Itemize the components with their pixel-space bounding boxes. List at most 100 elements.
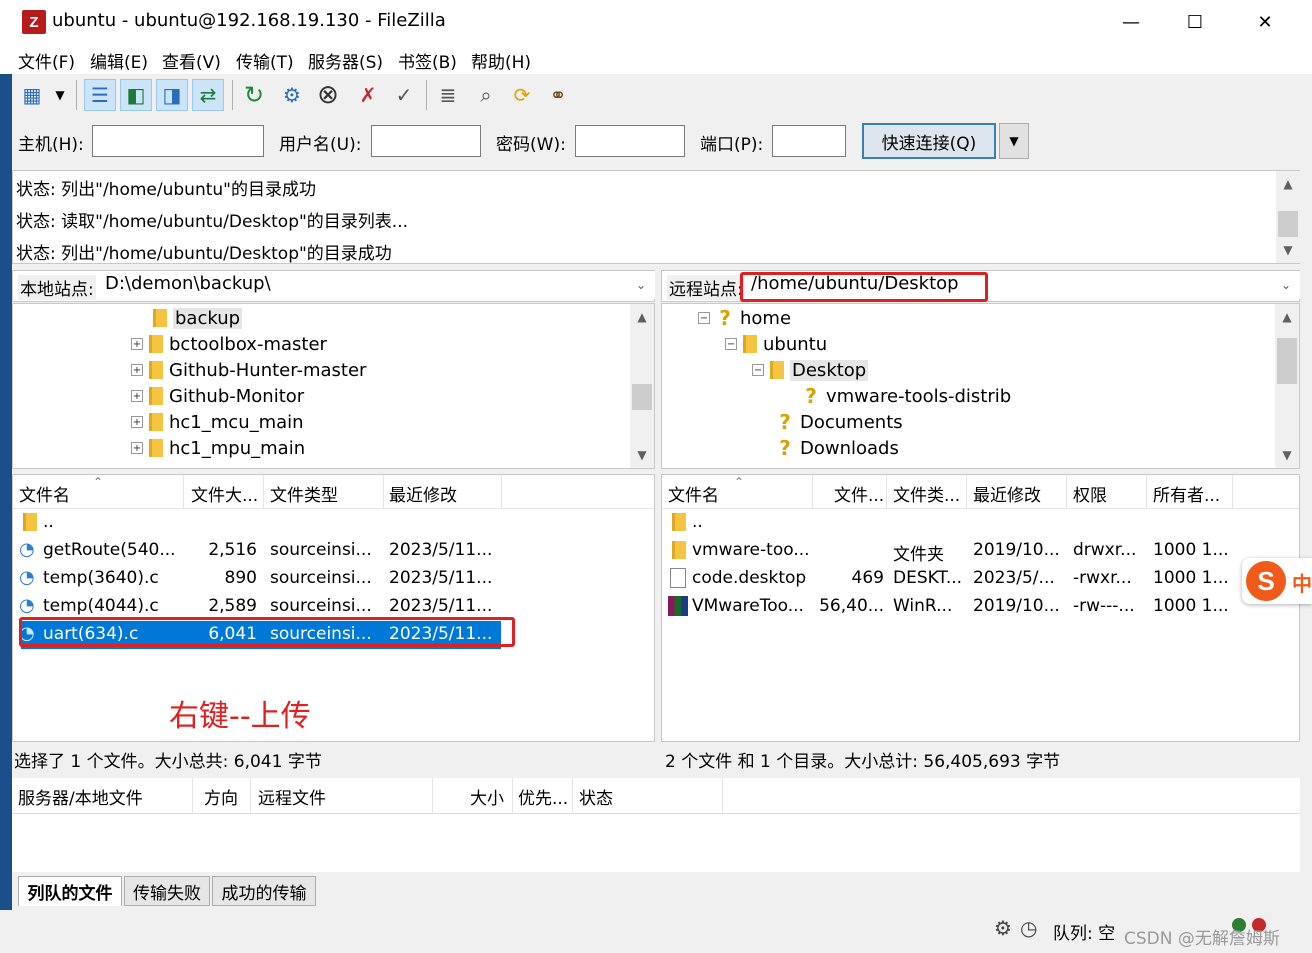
message-log: 状态: 列出"/home/ubuntu"的目录成功 状态: 读取"/home/u… — [12, 170, 1300, 264]
maximize-button[interactable]: ☐ — [1160, 0, 1230, 44]
table-row[interactable]: .. — [662, 509, 1299, 537]
menu-help[interactable]: 帮助(H) — [471, 48, 531, 73]
toggle-message-log-icon[interactable]: ☰ — [84, 79, 116, 111]
scroll-up-icon[interactable]: ▲ — [631, 306, 653, 328]
collapse-icon[interactable]: − — [752, 364, 764, 376]
quickconnect-button[interactable]: 快速连接(Q) — [862, 123, 996, 159]
table-row[interactable]: ◔ temp(3640).c 890 sourceinsi... 2023/5/… — [13, 565, 654, 593]
site-manager-dropdown-icon[interactable]: ▼ — [50, 79, 70, 111]
column-owner[interactable]: 所有者... — [1153, 481, 1220, 506]
scroll-down-icon[interactable]: ▼ — [631, 444, 653, 466]
password-input[interactable] — [575, 125, 685, 157]
search-remote-files-icon[interactable]: ⚭ — [542, 79, 574, 111]
tab-successful-transfers[interactable]: 成功的传输 — [212, 876, 316, 906]
refresh-icon[interactable]: ↻ — [238, 79, 270, 111]
menu-transfer[interactable]: 传输(T) — [236, 48, 294, 73]
tree-item[interactable]: + Github-Hunter-master — [131, 357, 366, 383]
tree-item[interactable]: backup — [153, 305, 243, 331]
column-status[interactable]: 状态 — [579, 784, 613, 809]
menu-edit[interactable]: 编辑(E) — [90, 48, 148, 73]
minimize-button[interactable]: — — [1096, 0, 1166, 44]
gear-icon[interactable]: ⚙ — [994, 916, 1012, 940]
column-permissions[interactable]: 权限 — [1073, 481, 1107, 506]
scroll-up-icon[interactable]: ▲ — [1277, 173, 1299, 195]
column-modified[interactable]: 最近修改 — [389, 481, 457, 506]
disconnect-icon[interactable]: ✗ — [352, 79, 384, 111]
toggle-remote-tree-icon[interactable]: ◨ — [156, 79, 188, 111]
local-path-dropdown-icon[interactable]: ⌄ — [636, 278, 646, 292]
local-tree-scrollbar[interactable]: ▲ ▼ — [630, 304, 654, 468]
column-filetype[interactable]: 文件类型 — [270, 481, 338, 506]
toolbar-separator — [76, 80, 77, 110]
close-button[interactable]: ✕ — [1230, 0, 1300, 44]
scroll-up-icon[interactable]: ▲ — [1276, 306, 1298, 328]
directory-comparison-icon[interactable]: ⌕ — [470, 79, 502, 111]
tree-item[interactable]: − ubuntu — [725, 331, 827, 357]
site-manager-icon[interactable]: ▦ — [16, 79, 48, 111]
reconnect-icon[interactable]: ✓ — [388, 79, 420, 111]
tree-item[interactable]: ? vmware-tools-distrib — [802, 383, 1011, 409]
tab-failed-transfers[interactable]: 传输失败 — [124, 876, 210, 906]
quickconnect-dropdown-icon[interactable]: ▼ — [999, 123, 1029, 159]
log-line: 状态: 列出"/home/ubuntu/Desktop"的目录成功 — [16, 244, 392, 264]
menu-bookmarks[interactable]: 书签(B) — [398, 48, 457, 73]
tree-item[interactable]: − Desktop — [752, 357, 869, 383]
tab-queued-files[interactable]: 列队的文件 — [18, 876, 122, 906]
menu-view[interactable]: 查看(V) — [162, 48, 221, 73]
column-filename[interactable]: 文件名 — [19, 481, 70, 506]
collapse-icon[interactable]: − — [725, 338, 737, 350]
speed-limit-icon[interactable]: ◷ — [1020, 916, 1037, 940]
expand-icon[interactable]: + — [131, 390, 143, 402]
scroll-thumb[interactable] — [1278, 211, 1298, 237]
menu-file[interactable]: 文件(F) — [18, 48, 75, 73]
scroll-down-icon[interactable]: ▼ — [1276, 444, 1298, 466]
expand-icon[interactable]: + — [131, 364, 143, 376]
expand-icon[interactable]: + — [131, 338, 143, 350]
table-row[interactable]: code.desktop 469 DESKT... 2023/5/... -rw… — [662, 565, 1299, 593]
tree-item[interactable]: + hc1_mcu_main — [131, 409, 304, 435]
column-filetype[interactable]: 文件类... — [893, 481, 960, 506]
menu-server[interactable]: 服务器(S) — [308, 48, 383, 73]
menu-bar: 文件(F) 编辑(E) 查看(V) 传输(T) 服务器(S) 书签(B) 帮助(… — [0, 44, 1312, 74]
tree-item[interactable]: + hc1_mpu_main — [131, 435, 305, 461]
tree-item[interactable]: + Github-Monitor — [131, 383, 304, 409]
column-server-local-file[interactable]: 服务器/本地文件 — [18, 784, 143, 809]
column-size[interactable]: 大小 — [470, 784, 504, 809]
tree-item[interactable]: + bctoolbox-master — [131, 331, 327, 357]
collapse-icon[interactable]: − — [698, 312, 710, 324]
host-input[interactable] — [92, 125, 264, 157]
remote-tree-scrollbar[interactable]: ▲ ▼ — [1275, 304, 1299, 468]
toggle-transfer-queue-icon[interactable]: ⇄ — [192, 79, 224, 111]
column-direction[interactable]: 方向 — [204, 784, 238, 809]
table-row[interactable]: ◔ getRoute(540... 2,516 sourceinsi... 20… — [13, 537, 654, 565]
column-modified[interactable]: 最近修改 — [973, 481, 1041, 506]
expand-icon[interactable]: + — [131, 442, 143, 454]
username-input[interactable] — [371, 125, 481, 157]
scroll-thumb[interactable] — [1277, 338, 1297, 384]
ime-toolbar[interactable]: S 中 — [1242, 558, 1312, 604]
process-queue-icon[interactable]: ⚙ — [276, 79, 308, 111]
directory-filter-icon[interactable]: ≣ — [432, 79, 464, 111]
column-remote-file[interactable]: 远程文件 — [258, 784, 326, 809]
cancel-operation-icon[interactable]: ⊗ — [312, 79, 344, 111]
table-row[interactable]: VMwareToo... 56,40... WinR... 2019/10...… — [662, 593, 1299, 621]
tree-item[interactable]: ? Downloads — [776, 435, 899, 461]
synchronized-browsing-icon[interactable]: ⟳ — [506, 79, 538, 111]
scroll-down-icon[interactable]: ▼ — [1277, 239, 1299, 261]
tree-item[interactable]: ? Documents — [776, 409, 902, 435]
expand-icon[interactable]: + — [131, 416, 143, 428]
column-priority[interactable]: 优先... — [518, 784, 568, 809]
column-filename[interactable]: 文件名 — [668, 481, 719, 506]
table-row[interactable]: .. — [13, 509, 654, 537]
local-path-input[interactable]: D:\demon\backup\ — [101, 271, 655, 299]
column-filesize[interactable]: 文件大... — [191, 481, 258, 506]
remote-path-dropdown-icon[interactable]: ⌄ — [1281, 278, 1291, 292]
table-row[interactable]: vmware-too... 文件夹 2019/10... drwxr... 10… — [662, 537, 1299, 565]
tree-item[interactable]: −? home — [698, 305, 791, 331]
toggle-local-tree-icon[interactable]: ◧ — [120, 79, 152, 111]
port-input[interactable] — [772, 125, 846, 157]
column-filesize[interactable]: 文件... — [834, 481, 884, 506]
local-file-list: 文件名 ⌃ 文件大... 文件类型 最近修改 .. ◔ getRoute(540… — [12, 474, 655, 742]
log-scrollbar[interactable]: ▲ ▼ — [1276, 171, 1300, 263]
scroll-thumb[interactable] — [632, 384, 652, 410]
